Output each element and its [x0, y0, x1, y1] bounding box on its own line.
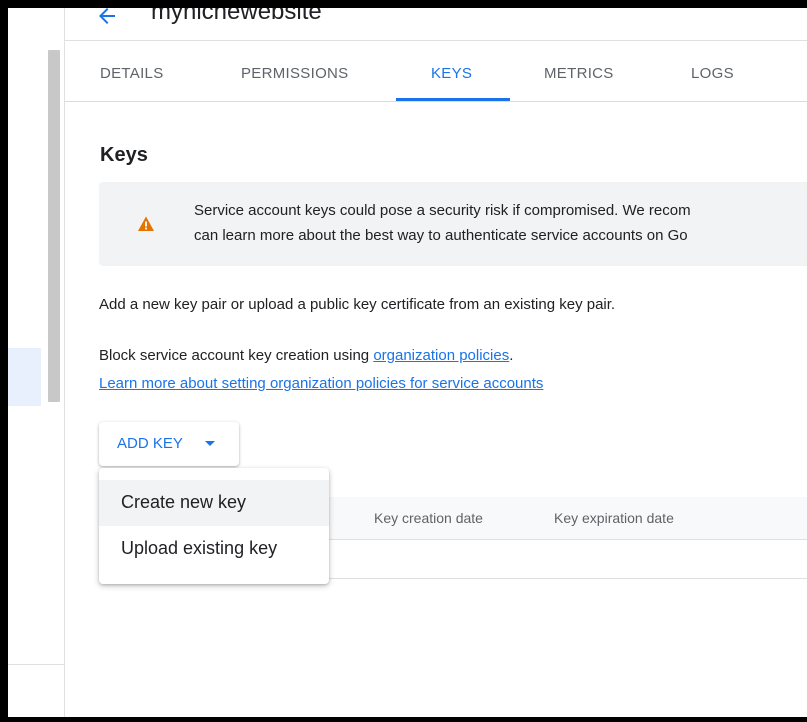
create-new-key-label: Create new key — [121, 492, 247, 512]
warning-text-line-2: can learn more about the best way to aut… — [194, 227, 688, 244]
left-navigation — [8, 8, 65, 717]
nav-divider — [8, 664, 64, 665]
block-creation-suffix: . — [509, 347, 514, 364]
tab-logs[interactable]: LOGS — [691, 65, 734, 82]
tab-details[interactable]: DETAILS — [100, 65, 164, 82]
nav-selected-item[interactable] — [8, 348, 41, 406]
add-key-button[interactable]: ADD KEY — [99, 422, 239, 466]
organization-policies-link[interactable]: organization policies — [373, 347, 509, 364]
active-tab-indicator — [396, 98, 510, 101]
upload-existing-key-label: Upload existing key — [121, 538, 278, 558]
chevron-down-icon — [205, 441, 215, 446]
app-window: mynichewebsite DETAILS PERMISSIONS KEYS … — [0, 0, 807, 722]
warning-triangle-icon — [137, 215, 155, 233]
block-creation-text: Block service account key creation using… — [99, 347, 513, 364]
menu-item-upload-existing-key[interactable]: Upload existing key — [99, 526, 329, 572]
tab-permissions[interactable]: PERMISSIONS — [241, 65, 349, 82]
tab-bar: DETAILS PERMISSIONS KEYS METRICS LOGS — [65, 49, 807, 102]
security-warning-banner: Service account keys could pose a securi… — [99, 182, 807, 266]
learn-more-org-policies-link[interactable]: Learn more about setting organization po… — [99, 375, 543, 392]
page-title: mynichewebsite — [151, 0, 322, 25]
menu-item-create-new-key[interactable]: Create new key — [99, 480, 329, 526]
warning-text-line-1: Service account keys could pose a securi… — [194, 202, 691, 219]
keys-heading: Keys — [100, 144, 148, 166]
add-key-dropdown-menu: Create new key Upload existing key — [99, 468, 329, 584]
nav-scrollbar[interactable] — [48, 50, 60, 402]
back-arrow-icon[interactable] — [95, 8, 119, 28]
column-key-expiration-date[interactable]: Key expiration date — [554, 510, 674, 526]
add-key-label: ADD KEY — [117, 435, 183, 452]
tab-keys[interactable]: KEYS — [431, 65, 472, 82]
page-header: mynichewebsite — [65, 0, 807, 41]
block-creation-label: Block service account key creation using — [99, 347, 374, 364]
column-key-creation-date[interactable]: Key creation date — [374, 510, 483, 526]
tab-metrics[interactable]: METRICS — [544, 65, 614, 82]
keys-intro-text: Add a new key pair or upload a public ke… — [99, 296, 616, 313]
